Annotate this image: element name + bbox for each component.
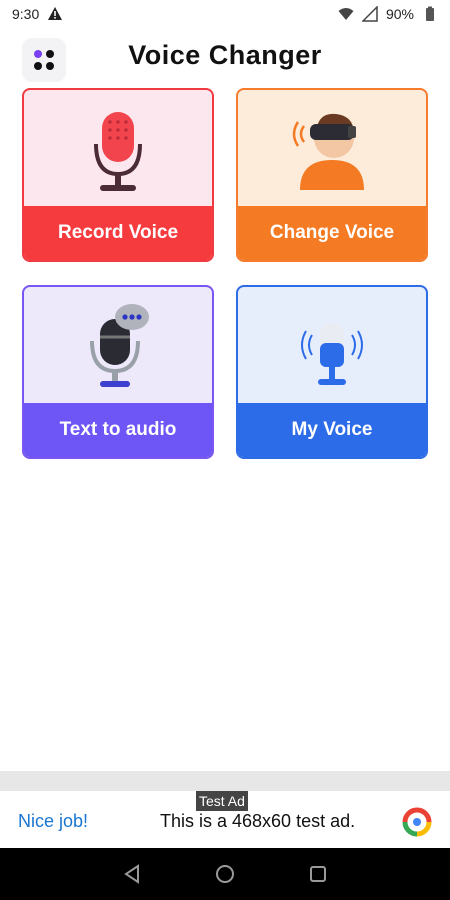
my-voice-art	[238, 287, 426, 407]
recents-icon[interactable]	[306, 862, 330, 886]
record-voice-label: Record Voice	[24, 206, 212, 260]
back-icon[interactable]	[120, 862, 144, 886]
my-voice-card[interactable]: My Voice	[236, 285, 428, 459]
navigation-bar	[0, 848, 450, 900]
signal-icon	[361, 6, 378, 22]
my-voice-label: My Voice	[238, 403, 426, 457]
mic-sound-waves-icon	[301, 323, 363, 385]
record-voice-card[interactable]: Record Voice	[22, 88, 214, 262]
ad-top-strip	[0, 771, 450, 791]
battery-percent: 90%	[385, 6, 414, 22]
ad-logo-icon[interactable]	[402, 807, 432, 837]
text-to-audio-label: Text to audio	[24, 403, 212, 457]
ad-banner[interactable]: Test Ad Nice job! This is a 468x60 test …	[0, 791, 450, 848]
status-time: 9:30	[12, 6, 40, 22]
mic-speech-bubble-icon	[90, 304, 149, 387]
text-to-audio-art	[24, 287, 212, 407]
home-icon[interactable]	[213, 862, 237, 886]
change-voice-card[interactable]: Change Voice	[236, 88, 428, 262]
ad-badge: Test Ad	[196, 791, 248, 811]
ad-text: This is a 468x60 test ad.	[160, 811, 356, 831]
change-voice-art	[238, 90, 426, 210]
warning-icon	[48, 7, 63, 20]
battery-icon	[426, 6, 434, 21]
status-bar: 9:30 90%	[0, 0, 450, 28]
status-left: 9:30	[12, 6, 63, 22]
change-voice-label: Change Voice	[238, 206, 426, 260]
vr-headset-person-icon	[292, 113, 364, 190]
status-right: 90%	[338, 6, 438, 22]
text-to-audio-card[interactable]: Text to audio	[22, 285, 214, 459]
ad-cta[interactable]: Nice job!	[18, 811, 88, 832]
microphone-icon	[94, 112, 142, 191]
page-title: Voice Changer	[128, 40, 322, 70]
record-voice-art	[24, 90, 212, 210]
app-bar: Voice Changer	[0, 34, 450, 82]
wifi-icon	[338, 8, 354, 20]
